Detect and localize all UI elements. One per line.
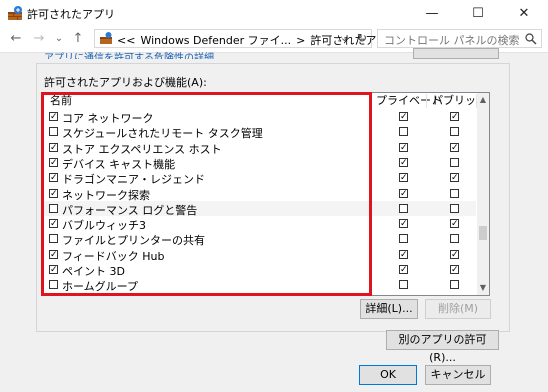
minimize-button[interactable]: — <box>409 0 455 26</box>
public-network-checkbox[interactable]: ✓ <box>450 219 459 229</box>
public-network-checkbox[interactable]: ✓ <box>450 173 459 183</box>
private-network-checkbox[interactable] <box>399 203 408 213</box>
breadcrumb-firewall[interactable]: Windows Defender ファイ... <box>140 34 291 47</box>
app-enabled-checkbox[interactable]: ✓ <box>49 219 58 229</box>
list-item[interactable]: ホームグループ <box>44 277 476 294</box>
column-divider[interactable] <box>371 94 372 108</box>
private-network-checkbox[interactable]: ✓ <box>399 173 408 183</box>
public-network-checkbox[interactable]: ✓ <box>450 142 459 152</box>
app-enabled-checkbox[interactable]: ✓ <box>49 265 58 275</box>
scroll-up-icon[interactable]: ▲ <box>477 93 489 107</box>
close-button[interactable]: ✕ <box>501 0 547 26</box>
app-enabled-checkbox[interactable]: ✓ <box>49 142 58 152</box>
private-network-checkbox[interactable]: ✓ <box>399 142 408 152</box>
app-enabled-checkbox[interactable] <box>49 234 58 244</box>
remove-button[interactable]: 削除(M) <box>425 299 491 319</box>
allowed-apps-label: 許可されたアプリおよび機能(A): <box>44 76 207 89</box>
search-placeholder: コントロール パネルの検索 <box>384 34 520 47</box>
list-item[interactable]: スケジュールされたリモート タスク管理 <box>44 124 476 140</box>
address-dropdown-icon[interactable]: ⌄ <box>340 31 349 44</box>
recent-locations-icon[interactable]: ⌄ <box>51 30 67 46</box>
control-panel-icon <box>100 32 112 44</box>
private-network-checkbox[interactable] <box>399 280 408 290</box>
private-network-checkbox[interactable]: ✓ <box>399 265 408 275</box>
app-name: ホームグループ <box>62 280 139 294</box>
list-item[interactable]: ✓ ペイント 3D ✓ ✓ <box>44 262 476 278</box>
private-network-checkbox[interactable] <box>399 127 408 137</box>
app-enabled-checkbox[interactable]: ✓ <box>49 157 58 167</box>
cancel-button[interactable]: キャンセル <box>425 365 491 385</box>
public-network-checkbox[interactable] <box>450 188 459 198</box>
app-enabled-checkbox[interactable] <box>49 127 58 137</box>
scroll-thumb[interactable] <box>479 226 487 240</box>
public-network-checkbox[interactable]: ✓ <box>450 265 459 275</box>
app-enabled-checkbox[interactable]: ✓ <box>49 112 58 122</box>
app-enabled-checkbox[interactable]: ✓ <box>49 173 58 183</box>
breadcrumb-separator-icon[interactable]: > <box>296 34 305 47</box>
up-arrow-icon[interactable]: ↑ <box>70 30 86 46</box>
list-item[interactable]: パフォーマンス ログと警告 <box>44 200 476 217</box>
public-network-checkbox[interactable] <box>450 157 459 167</box>
maximize-button[interactable]: ☐ <box>455 0 501 26</box>
list-item[interactable]: ✓ ストア エクスペリエンス ホスト ✓ ✓ <box>44 140 476 156</box>
content-area: アプリに通信を許可する危険性の詳細 許可されたアプリおよび機能(A): 名前 プ… <box>0 48 548 392</box>
public-network-checkbox[interactable] <box>450 280 459 290</box>
change-settings-button[interactable] <box>413 48 499 59</box>
private-network-checkbox[interactable] <box>399 234 408 244</box>
refresh-icon[interactable]: ↻ <box>357 31 367 45</box>
list-scrollbar[interactable]: ▲ ▼ <box>477 93 489 295</box>
list-item[interactable]: ✓ ドラゴンマニア・レジェンド ✓ ✓ <box>44 170 476 186</box>
scroll-down-icon[interactable]: ▼ <box>477 281 489 295</box>
list-item[interactable]: ✓ ネットワーク探索 ✓ <box>44 186 476 202</box>
column-divider[interactable] <box>426 94 427 108</box>
firewall-app-icon <box>8 6 22 20</box>
allow-another-app-button[interactable]: 別のアプリの許可(R)... <box>386 330 499 364</box>
public-network-checkbox[interactable]: ✓ <box>450 249 459 259</box>
ok-button[interactable]: OK <box>359 365 417 385</box>
search-input[interactable]: コントロール パネルの検索 <box>377 29 542 48</box>
public-network-checkbox[interactable]: ✓ <box>450 112 459 122</box>
private-network-checkbox[interactable]: ✓ <box>399 157 408 167</box>
list-item[interactable]: ✓ コア ネットワーク ✓ ✓ <box>44 109 476 125</box>
app-enabled-checkbox[interactable]: ✓ <box>49 188 58 198</box>
address-bar[interactable]: << Windows Defender ファイ... > 許可されたアプリ ⌄ ↻ <box>94 29 398 48</box>
public-network-checkbox[interactable] <box>450 234 459 244</box>
list-item[interactable]: ✓ デバイス キャスト機能 ✓ <box>44 155 476 171</box>
private-network-checkbox[interactable]: ✓ <box>399 249 408 259</box>
list-item[interactable]: ✓ フィードバック Hub ✓ ✓ <box>44 247 476 263</box>
window-title: 許可されたアプリ <box>27 8 115 21</box>
public-network-checkbox[interactable] <box>450 127 459 137</box>
details-button[interactable]: 詳細(L)... <box>360 299 418 319</box>
app-enabled-checkbox[interactable] <box>49 280 58 290</box>
list-item[interactable]: ファイルとプリンターの共有 <box>44 231 476 247</box>
list-item[interactable]: ✓ バブルウィッチ3 ✓ ✓ <box>44 216 476 232</box>
allowed-apps-list[interactable]: 名前 プライベート パブリック ✓ コア ネットワーク ✓ ✓ スケジュールされたリモー… <box>43 92 490 296</box>
app-enabled-checkbox[interactable]: ✓ <box>49 249 58 259</box>
back-arrow-icon[interactable]: ← <box>8 30 24 46</box>
app-enabled-checkbox[interactable] <box>49 203 58 213</box>
title-bar: 許可されたアプリ — ☐ ✕ <box>0 0 548 26</box>
forward-arrow-icon[interactable]: → <box>31 30 47 46</box>
private-network-checkbox[interactable]: ✓ <box>399 112 408 122</box>
private-network-checkbox[interactable]: ✓ <box>399 188 408 198</box>
risk-details-link[interactable]: アプリに通信を許可する危険性の詳細 <box>44 49 214 59</box>
column-header-name[interactable]: 名前 <box>50 93 72 109</box>
breadcrumb-overflow[interactable]: << <box>117 34 135 47</box>
search-icon <box>525 33 537 45</box>
public-network-checkbox[interactable] <box>450 203 459 213</box>
private-network-checkbox[interactable]: ✓ <box>399 219 408 229</box>
